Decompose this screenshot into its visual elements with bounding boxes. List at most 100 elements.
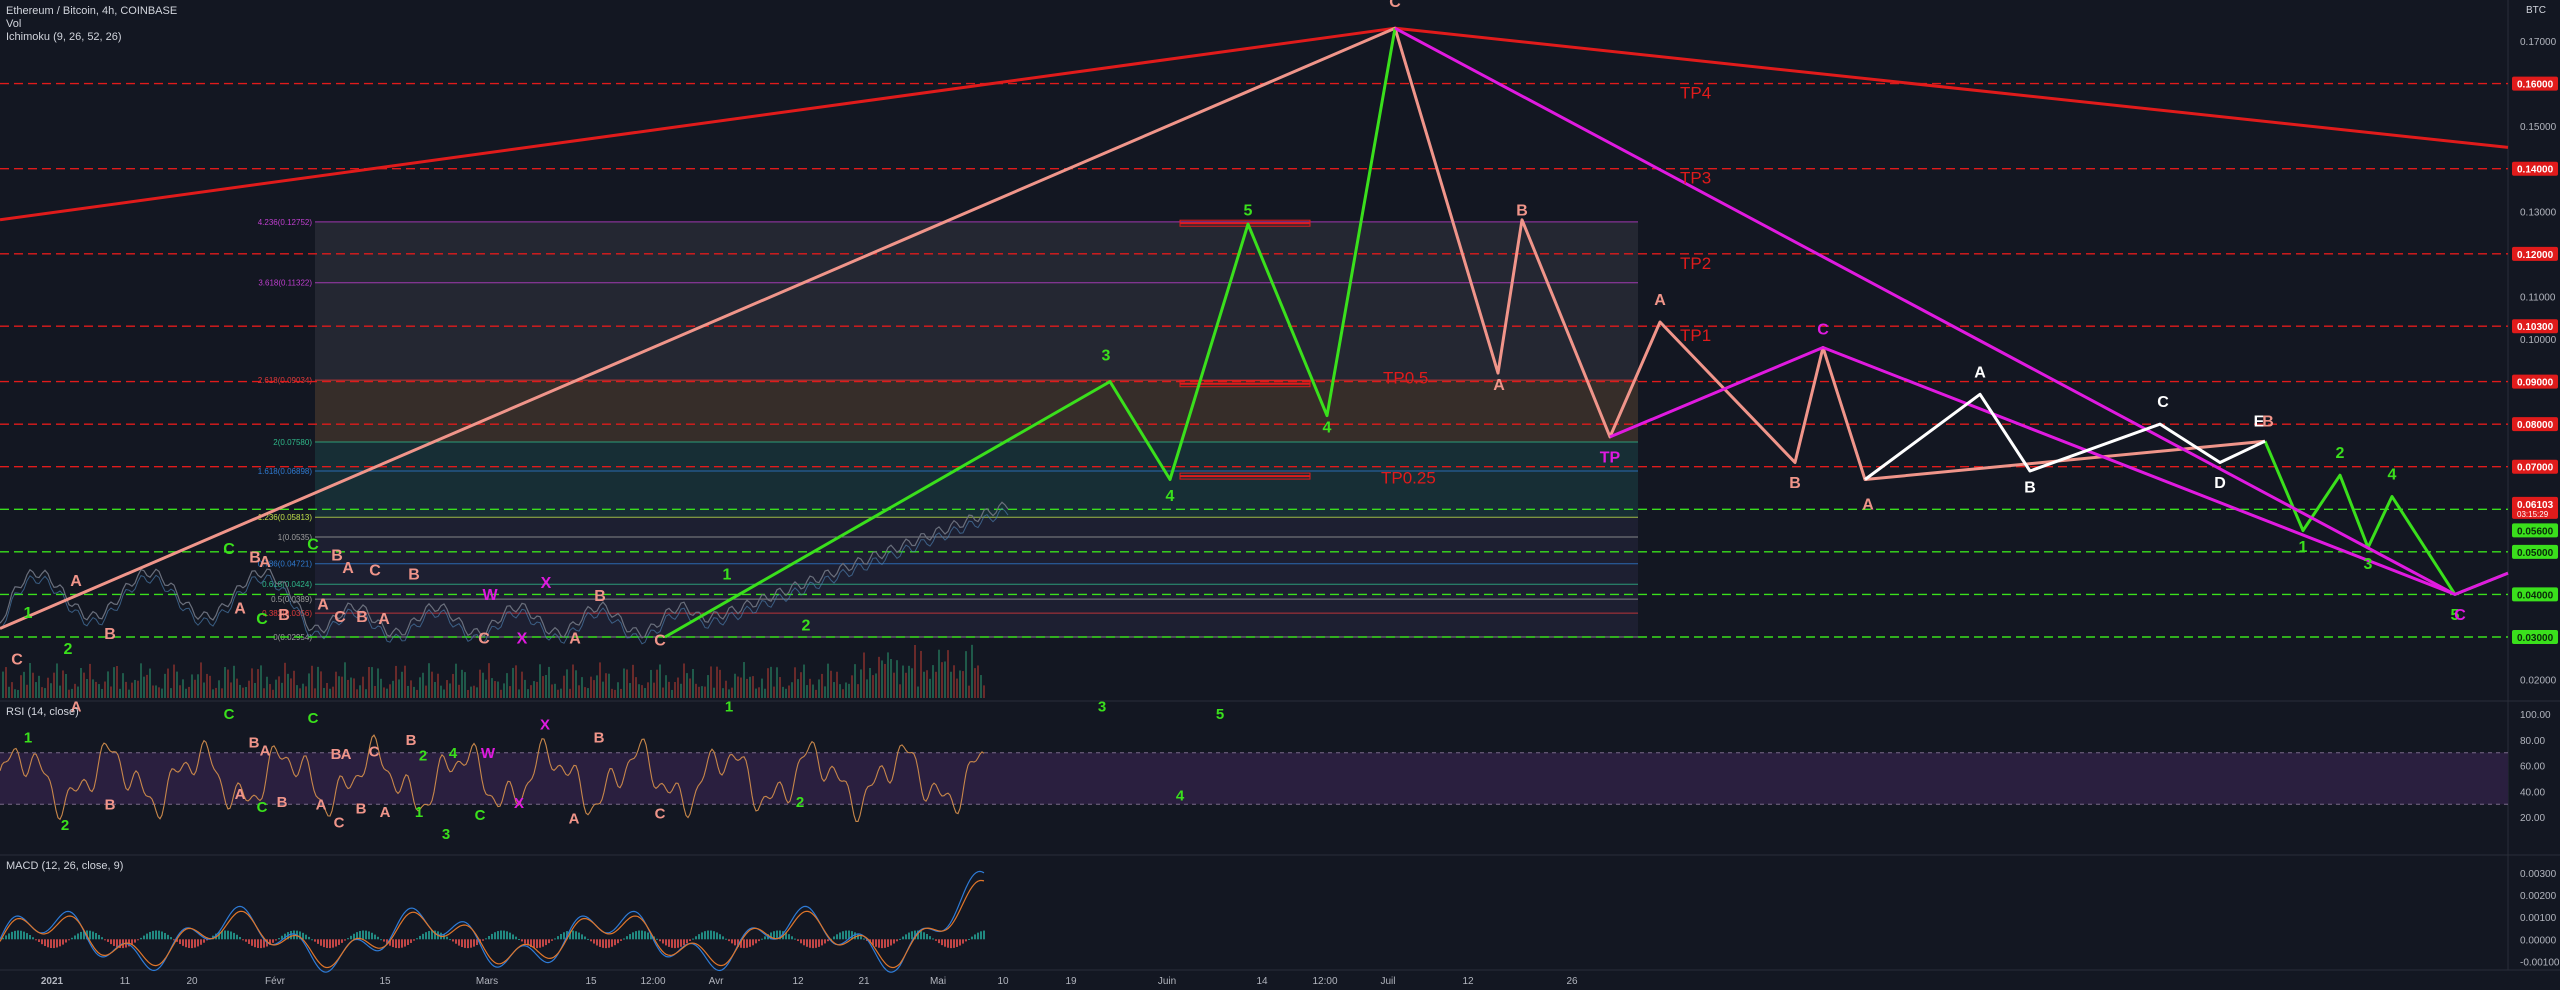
macd-histogram-bar [158, 930, 160, 940]
macd-histogram-bar [815, 939, 817, 948]
volume-bar [821, 673, 823, 698]
macd-histogram-bar [464, 939, 466, 948]
volume-bar [377, 668, 379, 698]
wave-label: C [1817, 322, 1829, 339]
wave-label: C [654, 633, 666, 650]
ichimoku-indicator-label[interactable]: Ichimoku (9, 26, 52, 26) [6, 31, 122, 43]
volume-bar [392, 680, 394, 698]
volume-bar [887, 652, 889, 698]
wave-label: 5 [1244, 203, 1253, 220]
macd-histogram-bar [809, 939, 811, 948]
macd-histogram-bar [935, 939, 937, 941]
volume-bar [101, 688, 103, 698]
macd-histogram-bar [404, 939, 406, 947]
rsi-wave-label: A [316, 796, 327, 813]
rsi-indicator-label[interactable]: RSI (14, close) [6, 706, 79, 718]
macd-histogram-bar [659, 939, 661, 942]
volume-bar [158, 687, 160, 698]
macd-histogram-bar [239, 936, 241, 940]
wave-label: X [517, 630, 528, 647]
volume-bar [749, 676, 751, 698]
wave-label: A [569, 630, 581, 647]
volume-bar [380, 678, 382, 698]
price-level-badge-label: 0.07000 [2517, 463, 2554, 474]
volume-bar [791, 682, 793, 698]
macd-histogram-bar [311, 939, 313, 941]
volume-bar [878, 656, 880, 698]
vol-indicator-label[interactable]: Vol [6, 18, 21, 30]
chart-canvas[interactable]: 4.236(0.12752) 3.618(0.11322) 2.618(0.0903… [0, 0, 2560, 990]
macd-histogram-bar [506, 931, 508, 940]
volume-bar [77, 686, 79, 698]
macd-histogram-bar [323, 939, 325, 948]
volume-bar [725, 680, 727, 698]
symbol-title: Ethereum / Bitcoin, 4h, COINBASE [6, 5, 178, 17]
volume-bar [548, 666, 550, 698]
tp-label: TP4 [1680, 83, 1711, 102]
volume-bar [203, 682, 205, 698]
rsi-tick-label: 80.00 [2520, 736, 2545, 747]
volume-bar [650, 669, 652, 698]
macd-histogram-bar [620, 939, 622, 941]
rsi-wave-label: X [514, 795, 524, 812]
macd-histogram-bar [635, 931, 637, 940]
volume-bar [587, 688, 589, 698]
trading-chart[interactable]: 4.236(0.12752) 3.618(0.11322) 2.618(0.0903… [0, 0, 2560, 990]
macd-histogram-bar [350, 935, 352, 940]
volume-bar [497, 681, 499, 698]
rsi-wave-label: B [594, 729, 605, 746]
volume-bar [242, 687, 244, 698]
time-tick-label: Juil [1380, 976, 1395, 987]
macd-histogram-bar [38, 939, 40, 943]
wave-label: B [408, 567, 420, 584]
volume-bar [437, 673, 439, 698]
macd-histogram-bar [788, 934, 790, 940]
wave-label: A [342, 560, 354, 577]
macd-histogram-bar [329, 939, 331, 949]
macd-histogram-bar [521, 939, 523, 942]
volume-bar [326, 682, 328, 698]
volume-bar [569, 688, 571, 698]
macd-histogram-bar [32, 937, 34, 940]
macd-histogram-bar [713, 931, 715, 940]
volume-bar [224, 667, 226, 698]
rsi-wave-label: B [249, 735, 260, 752]
volume-bar [311, 665, 313, 698]
volume-bar [701, 686, 703, 698]
macd-histogram-bar [233, 932, 235, 940]
fib-zone-orange [315, 380, 1638, 443]
macd-histogram-bar [230, 931, 232, 940]
volume-bar [683, 663, 685, 698]
macd-histogram-bar [488, 936, 490, 940]
macd-histogram-bar [41, 939, 43, 945]
macd-histogram-bar [647, 932, 649, 940]
macd-histogram-bar [548, 939, 550, 944]
macd-histogram-bar [467, 939, 469, 949]
time-tick-label: 12 [792, 976, 804, 987]
macd-histogram-bar [107, 939, 109, 942]
volume-bar [176, 671, 178, 698]
macd-histogram-bar [317, 939, 319, 944]
wave-label: A [317, 596, 329, 613]
macd-histogram-bar [764, 936, 766, 940]
volume-bar [98, 684, 100, 698]
volume-bar [803, 664, 805, 698]
volume-bar [662, 687, 664, 698]
macd-histogram-bar [683, 939, 685, 946]
fib-level-label: 4.236(0.12752) [258, 218, 313, 227]
price-level-badge-label: 0.09000 [2517, 378, 2554, 389]
volume-bar [272, 689, 274, 698]
volume-bar [869, 667, 871, 698]
macd-histogram-bar [878, 939, 880, 948]
volume-bar [233, 665, 235, 698]
macd-indicator-label[interactable]: MACD (12, 26, close, 9) [6, 860, 123, 872]
volume-bar [281, 682, 283, 698]
macd-histogram-bar [623, 938, 625, 940]
volume-bar [257, 669, 259, 698]
volume-bar [830, 670, 832, 698]
volume-bar [140, 663, 142, 698]
volume-bar [122, 673, 124, 698]
volume-bar [554, 683, 556, 698]
macd-histogram-bar [728, 939, 730, 942]
rsi-wave-label: C [308, 710, 319, 727]
